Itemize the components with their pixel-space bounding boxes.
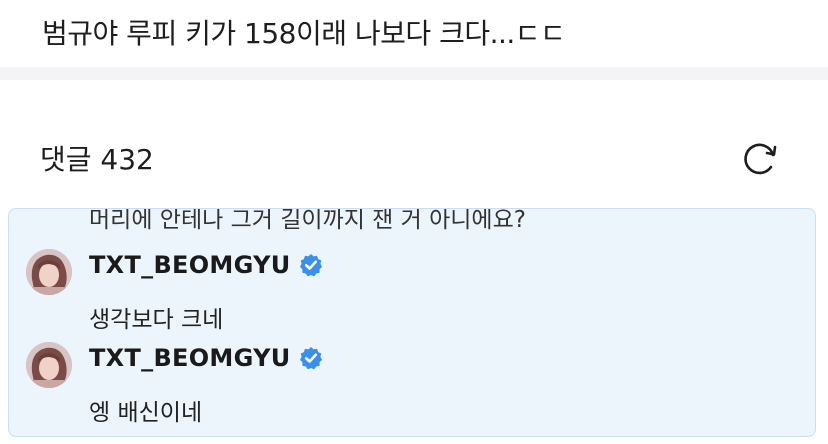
user-photo-icon	[26, 249, 72, 295]
reply-author[interactable]: TXT_BEOMGYU	[89, 344, 323, 372]
post-title: 범규야 루피 키가 158이래 나보다 크다...ㄷㄷ	[42, 17, 566, 50]
section-divider	[0, 67, 828, 80]
reply-text: 엥 배신이네	[89, 400, 203, 426]
comments-count-header: 댓글 432	[40, 143, 154, 176]
author-name[interactable]: TXT_BEOMGYU	[89, 344, 291, 372]
highlighted-reply-thread: 머리에 안테나 그거 길이까지 잰 거 아니에요? TXT_BEOMGYU 생각…	[8, 208, 816, 437]
verified-badge-icon	[299, 253, 323, 277]
reply-author[interactable]: TXT_BEOMGYU	[89, 251, 323, 279]
truncated-comment-text: 머리에 안테나 그거 길이까지 잰 거 아니에요?	[89, 208, 526, 233]
author-name[interactable]: TXT_BEOMGYU	[89, 251, 291, 279]
verified-badge-icon	[299, 346, 323, 370]
refresh-icon	[744, 143, 777, 175]
refresh-button[interactable]	[740, 138, 780, 178]
avatar[interactable]	[26, 342, 72, 388]
reply-text: 생각보다 크네	[89, 307, 224, 333]
user-photo-icon	[26, 342, 72, 388]
avatar[interactable]	[26, 249, 72, 295]
